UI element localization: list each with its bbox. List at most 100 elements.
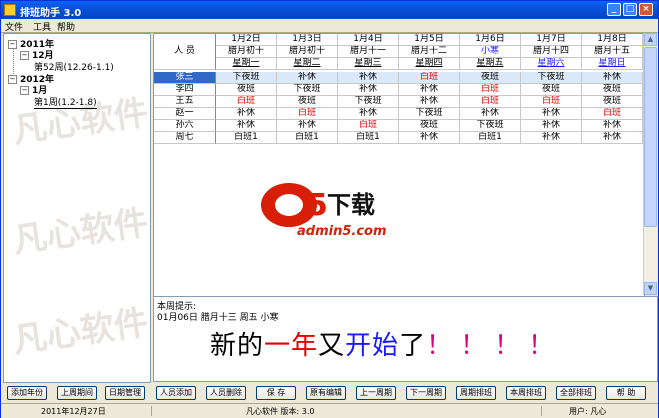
prev-period-button[interactable]: 上周期间: [57, 386, 97, 400]
shift-cell[interactable]: 补休: [338, 108, 399, 120]
date-header[interactable]: 1月3日: [277, 34, 338, 46]
lunar-header[interactable]: 腊月十四: [521, 46, 582, 58]
shift-cell[interactable]: 夜班: [216, 84, 277, 96]
prev-week-button[interactable]: 上一周期: [356, 386, 396, 400]
menu-help[interactable]: 帮助: [57, 20, 75, 33]
weekday-header[interactable]: 星期日: [582, 58, 643, 70]
shift-cell[interactable]: 夜班: [460, 72, 521, 84]
shift-cell[interactable]: 补休: [521, 120, 582, 132]
shift-cell[interactable]: 下夜班: [338, 96, 399, 108]
date-header[interactable]: 1月6日: [460, 34, 521, 46]
shift-cell[interactable]: 白班: [338, 120, 399, 132]
shift-cell[interactable]: 夜班: [277, 96, 338, 108]
add-person-button[interactable]: 人员添加: [156, 386, 196, 400]
collapse-icon[interactable]: −: [8, 40, 17, 49]
collapse-icon[interactable]: −: [8, 75, 17, 84]
scroll-thumb[interactable]: [644, 47, 657, 227]
add-year-button[interactable]: 添加年份: [7, 386, 47, 400]
date-header[interactable]: 1月4日: [338, 34, 399, 46]
period-schedule-button[interactable]: 周期排班: [456, 386, 496, 400]
shift-cell[interactable]: 夜班: [582, 84, 643, 96]
shift-cell[interactable]: 下夜班: [521, 72, 582, 84]
shift-cell[interactable]: 白班1: [460, 132, 521, 144]
shift-cell[interactable]: 白班: [216, 96, 277, 108]
all-schedule-button[interactable]: 全部排班: [556, 386, 596, 400]
shift-cell[interactable]: 白班1: [216, 132, 277, 144]
person-name[interactable]: 周七: [154, 132, 216, 144]
weekday-header[interactable]: 星期六: [521, 58, 582, 70]
lunar-header[interactable]: 腊月十五: [582, 46, 643, 58]
shift-cell[interactable]: 补休: [277, 72, 338, 84]
week-schedule-button[interactable]: 本周排班: [506, 386, 546, 400]
shift-cell[interactable]: 补休: [582, 72, 643, 84]
save-button[interactable]: 保 存: [256, 386, 296, 400]
shift-cell[interactable]: 补休: [521, 108, 582, 120]
person-name[interactable]: 李四: [154, 84, 216, 96]
menu-file[interactable]: 文件: [5, 20, 23, 33]
collapse-icon[interactable]: −: [20, 51, 29, 60]
shift-cell[interactable]: 下夜班: [460, 120, 521, 132]
shift-cell[interactable]: 下夜班: [216, 72, 277, 84]
date-header[interactable]: 1月2日: [216, 34, 277, 46]
shift-cell[interactable]: 夜班: [521, 84, 582, 96]
shift-cell[interactable]: 白班1: [277, 132, 338, 144]
weekday-header[interactable]: 星期一: [216, 58, 277, 70]
shift-cell[interactable]: 补休: [399, 132, 460, 144]
shift-cell[interactable]: 白班: [521, 96, 582, 108]
edit-button[interactable]: 原有编辑: [306, 386, 346, 400]
shift-cell[interactable]: 补休: [460, 108, 521, 120]
shift-cell[interactable]: 白班1: [338, 132, 399, 144]
lunar-header[interactable]: 腊月十二: [399, 46, 460, 58]
title-bar[interactable]: 排班助手 3.0 _ □ ×: [1, 1, 658, 19]
shift-cell[interactable]: 补休: [399, 96, 460, 108]
scroll-down-icon[interactable]: ▼: [644, 282, 657, 295]
lunar-header[interactable]: 腊月十一: [338, 46, 399, 58]
delete-person-button[interactable]: 人员删除: [206, 386, 246, 400]
shift-cell[interactable]: 夜班: [399, 120, 460, 132]
scroll-up-icon[interactable]: ▲: [644, 33, 657, 46]
shift-cell[interactable]: 下夜班: [399, 108, 460, 120]
shift-cell[interactable]: 白班: [460, 96, 521, 108]
shift-cell[interactable]: 补休: [582, 132, 643, 144]
shift-cell[interactable]: 补休: [582, 120, 643, 132]
person-name[interactable]: 张三: [154, 72, 216, 84]
shift-cell[interactable]: 补休: [277, 120, 338, 132]
weekday-header[interactable]: 星期四: [399, 58, 460, 70]
shift-cell[interactable]: 白班: [582, 108, 643, 120]
shift-cell[interactable]: 补休: [216, 108, 277, 120]
tree-week-1[interactable]: 第1周(1.2-1.8): [34, 95, 97, 109]
weekday-header[interactable]: 星期三: [338, 58, 399, 70]
shift-cell[interactable]: 白班: [277, 108, 338, 120]
shift-cell[interactable]: 白班: [399, 72, 460, 84]
shift-cell[interactable]: 补休: [216, 120, 277, 132]
shift-cell[interactable]: 补休: [338, 72, 399, 84]
notes-panel[interactable]: 本周提示: 01月06日 腊月十三 周五 小寒 新的一年又开始了！！！！: [153, 296, 658, 382]
shift-cell[interactable]: 补休: [399, 84, 460, 96]
weekday-header[interactable]: 星期二: [277, 58, 338, 70]
person-name[interactable]: 王五: [154, 96, 216, 108]
weekday-header[interactable]: 星期五: [460, 58, 521, 70]
minimize-button[interactable]: _: [607, 3, 621, 16]
person-name[interactable]: 孙六: [154, 120, 216, 132]
lunar-header[interactable]: 腊月初十: [277, 46, 338, 58]
vertical-scrollbar[interactable]: ▲ ▼: [643, 33, 657, 295]
shift-cell[interactable]: 白班: [460, 84, 521, 96]
collapse-icon[interactable]: −: [20, 86, 29, 95]
date-header[interactable]: 1月8日: [582, 34, 643, 46]
person-name[interactable]: 赵一: [154, 108, 216, 120]
lunar-header[interactable]: 腊月初十: [216, 46, 277, 58]
week-tree[interactable]: 凡心软件 凡心软件 凡心软件 −2011年 −12月 第52周(12.26-1.…: [3, 33, 151, 383]
shift-cell[interactable]: 补休: [521, 132, 582, 144]
date-manage-button[interactable]: 日期管理: [105, 386, 145, 400]
lunar-header[interactable]: 小寒: [460, 46, 521, 58]
maximize-button[interactable]: □: [623, 3, 637, 16]
shift-cell[interactable]: 补休: [338, 84, 399, 96]
close-button[interactable]: ×: [639, 3, 653, 16]
shift-cell[interactable]: 下夜班: [277, 84, 338, 96]
date-header[interactable]: 1月5日: [399, 34, 460, 46]
shift-cell[interactable]: 夜班: [582, 96, 643, 108]
grid-corner-header[interactable]: 人 员: [154, 34, 216, 70]
date-header[interactable]: 1月7日: [521, 34, 582, 46]
help-button[interactable]: 帮 助: [606, 386, 646, 400]
menu-tools[interactable]: 工具: [33, 20, 51, 33]
